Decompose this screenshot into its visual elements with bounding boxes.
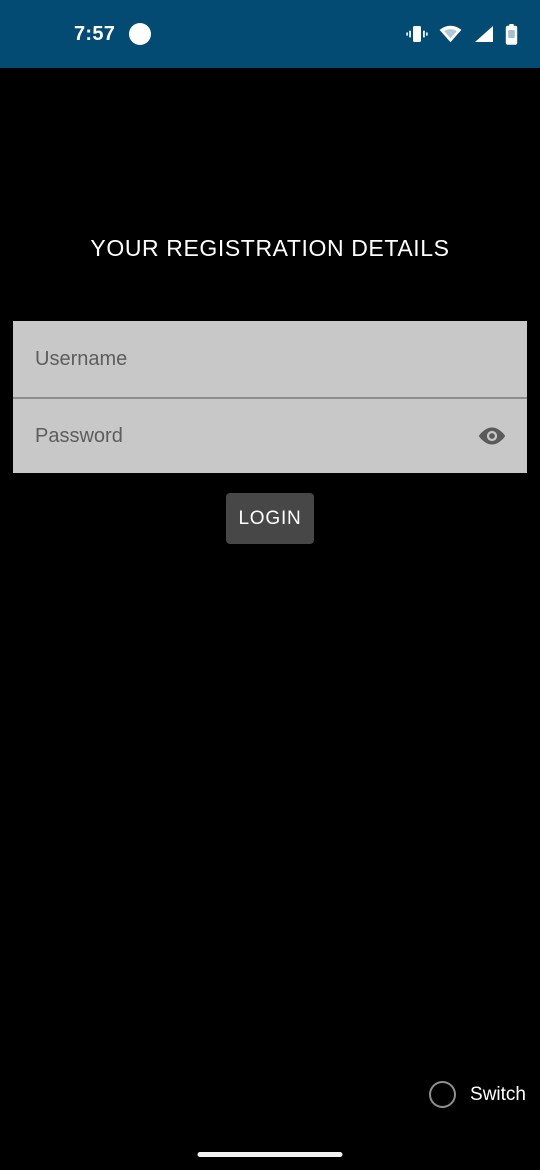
password-visibility-toggle-button[interactable] xyxy=(465,409,519,463)
battery-icon xyxy=(505,23,518,45)
login-button[interactable]: LOGIN xyxy=(226,493,314,544)
switch-thumb-icon[interactable] xyxy=(429,1081,457,1108)
home-indicator[interactable] xyxy=(197,1152,343,1157)
registration-form xyxy=(13,321,527,473)
page-title: YOUR REGISTRATION DETAILS xyxy=(90,235,450,261)
status-bar-clock: 7:57 xyxy=(74,23,116,45)
phone-screen: 7:57 YOUR REGISTRATION DETAILS Username … xyxy=(0,0,540,1170)
switch-control[interactable]: Switch xyxy=(429,1081,526,1108)
status-bar: 7:57 xyxy=(0,0,540,68)
status-bar-right xyxy=(406,23,518,45)
password-field-row xyxy=(13,397,527,473)
status-bar-left: 7:57 xyxy=(0,23,152,45)
eye-icon xyxy=(477,425,507,447)
vibrate-icon xyxy=(406,24,428,44)
username-field-row xyxy=(13,321,527,397)
wifi-icon xyxy=(439,25,462,43)
notification-dot-icon xyxy=(129,23,152,45)
switch-label: Switch xyxy=(470,1084,526,1105)
password-input[interactable] xyxy=(13,399,465,473)
main-content: YOUR REGISTRATION DETAILS Username Passw… xyxy=(0,68,540,1170)
cellular-signal-icon xyxy=(473,25,494,43)
username-input[interactable] xyxy=(13,321,527,397)
